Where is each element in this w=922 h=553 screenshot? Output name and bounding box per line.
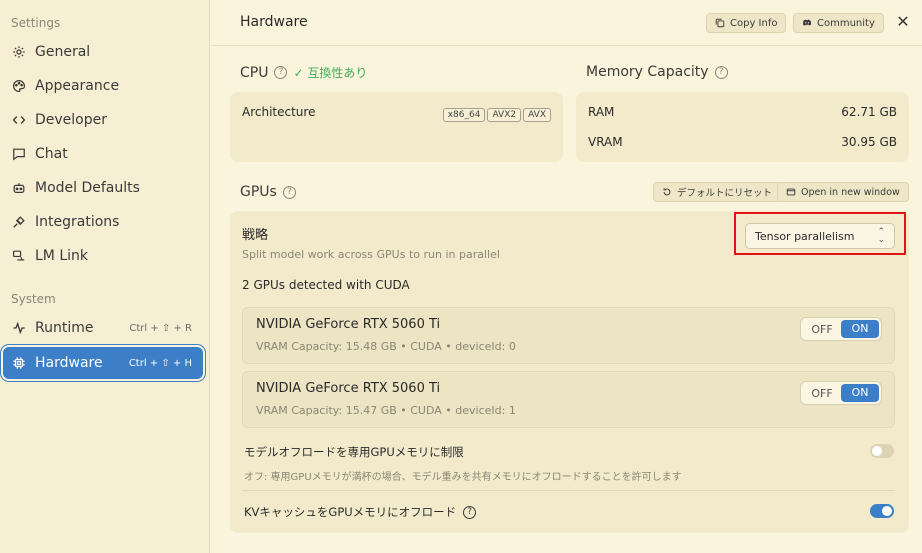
- community-button[interactable]: Community: [793, 13, 884, 33]
- sidebar-item-lm-link[interactable]: LM Link: [3, 240, 203, 272]
- sidebar: Settings General Appearance Developer Ch…: [0, 0, 210, 553]
- cpu-tag: x86_64: [442, 108, 486, 122]
- sidebar-item-label: LM Link: [35, 248, 88, 264]
- palette-icon: [12, 79, 26, 93]
- sidebar-item-hardware[interactable]: Hardware Ctrl + ⇧ + H: [3, 347, 203, 379]
- sidebar-item-general[interactable]: General: [3, 36, 203, 68]
- copy-info-label: Copy Info: [730, 17, 778, 29]
- ram-label: RAM: [588, 105, 615, 119]
- gpus-card: 戦略 Split model work across GPUs to run i…: [230, 211, 909, 533]
- sidebar-item-model-defaults[interactable]: Model Defaults: [3, 172, 203, 204]
- offload-limit-desc: オフ: 専用GPUメモリが満杯の場合、モデル重みを共有メモリにオフロードすること…: [244, 472, 682, 483]
- offload-limit-label: モデルオフロードを専用GPUメモリに制限: [244, 445, 464, 459]
- kv-offload-row: KVキャッシュをGPUメモリにオフロード ?: [244, 504, 477, 520]
- page-title: Hardware: [240, 14, 308, 30]
- toggle-knob: [872, 446, 882, 456]
- vram-label: VRAM: [588, 135, 623, 149]
- architecture-label: Architecture: [242, 105, 316, 119]
- cpu-label: CPU: [240, 64, 269, 81]
- sidebar-item-label: Hardware: [35, 355, 103, 371]
- gpu-enable-toggle[interactable]: OFF ON: [800, 381, 882, 405]
- sidebar-item-runtime[interactable]: Runtime Ctrl + ⇧ + R: [3, 312, 203, 344]
- gpu-name: NVIDIA GeForce RTX 5060 Ti: [256, 317, 441, 332]
- cpu-section-label: CPU ? ✓ 互換性あり: [240, 64, 367, 81]
- toggle-on-option[interactable]: ON: [841, 320, 879, 338]
- shortcut-hint: Ctrl + ⇧ + R: [129, 322, 192, 334]
- cpu-tag: AVX2: [487, 108, 522, 122]
- gpu-detected-text: 2 GPUs detected with CUDA: [242, 278, 410, 292]
- open-window-label: Open in new window: [801, 186, 900, 198]
- highlight-box: [734, 212, 906, 255]
- gpu-device-card: NVIDIA GeForce RTX 5060 Ti VRAM Capacity…: [242, 307, 895, 364]
- code-icon: [12, 113, 26, 127]
- gpus-section-label: GPUs ?: [240, 184, 296, 200]
- sidebar-heading-system: System: [11, 292, 56, 306]
- sidebar-item-label: Model Defaults: [35, 180, 140, 196]
- sidebar-item-developer[interactable]: Developer: [3, 104, 203, 136]
- compat-badge: ✓ 互換性あり: [293, 66, 368, 80]
- sidebar-item-label: Runtime: [35, 320, 94, 336]
- toggle-off-option[interactable]: OFF: [803, 323, 841, 336]
- sidebar-item-label: Chat: [35, 146, 68, 162]
- help-icon[interactable]: ?: [274, 66, 288, 79]
- shortcut-hint: Ctrl + ⇧ + H: [128, 357, 192, 369]
- cpu-tag: AVX: [523, 108, 551, 122]
- sidebar-item-label: Appearance: [35, 78, 120, 94]
- copy-icon: [715, 18, 725, 28]
- strategy-label: 戦略: [242, 228, 269, 243]
- help-icon[interactable]: ?: [282, 185, 296, 199]
- sidebar-item-label: Developer: [35, 112, 108, 128]
- memory-card: RAM 62.71 GB VRAM 30.95 GB: [576, 92, 909, 162]
- close-icon[interactable]: ✕: [895, 13, 911, 31]
- kv-offload-toggle[interactable]: [870, 504, 894, 518]
- link-icon: [12, 249, 26, 263]
- chip-icon: [12, 356, 26, 370]
- title-bar: Hardware Copy Info Community ✕: [211, 0, 922, 46]
- chat-icon: [12, 147, 26, 161]
- strategy-desc: Split model work across GPUs to run in p…: [242, 248, 500, 261]
- community-label: Community: [817, 17, 875, 29]
- memory-label: Memory Capacity: [586, 64, 709, 80]
- main-panel: Hardware Copy Info Community ✕ CPU ? ✓ 互…: [211, 0, 922, 553]
- sidebar-item-label: Integrations: [35, 214, 120, 230]
- gpu-detail: VRAM Capacity: 15.48 GB • CUDA • deviceI…: [256, 340, 516, 353]
- toggle-off-option[interactable]: OFF: [803, 387, 841, 400]
- gpu-name: NVIDIA GeForce RTX 5060 Ti: [256, 381, 441, 396]
- gpu-enable-toggle[interactable]: OFF ON: [800, 317, 882, 341]
- help-icon[interactable]: ?: [714, 65, 728, 79]
- divider: [242, 490, 895, 491]
- reset-label: デフォルトにリセット: [677, 188, 773, 199]
- robot-icon: [12, 181, 26, 195]
- reset-icon: [663, 188, 671, 196]
- copy-info-button[interactable]: Copy Info: [706, 13, 787, 33]
- sidebar-heading-settings: Settings: [11, 16, 61, 30]
- sidebar-item-appearance[interactable]: Appearance: [3, 70, 203, 102]
- sidebar-item-integrations[interactable]: Integrations: [3, 206, 203, 238]
- sidebar-item-label: General: [35, 44, 91, 60]
- reset-defaults-button[interactable]: デフォルトにリセット: [653, 182, 782, 202]
- cpu-tags: x86_64 AVX2 AVX: [441, 102, 551, 122]
- sidebar-item-chat[interactable]: Chat: [3, 138, 203, 170]
- help-icon[interactable]: ?: [463, 505, 477, 519]
- kv-offload-label: KVキャッシュをGPUメモリにオフロード: [244, 505, 457, 519]
- toggle-on-option[interactable]: ON: [841, 384, 879, 402]
- memory-section-label: Memory Capacity ?: [586, 64, 728, 80]
- ram-value: 62.71 GB: [841, 105, 897, 119]
- cpu-card: Architecture x86_64 AVX2 AVX: [230, 92, 563, 162]
- toggle-knob: [882, 506, 892, 516]
- open-new-window-button[interactable]: Open in new window: [777, 182, 909, 202]
- vram-value: 30.95 GB: [841, 135, 897, 149]
- gpu-detail: VRAM Capacity: 15.47 GB • CUDA • deviceI…: [256, 404, 516, 417]
- gpu-device-card: NVIDIA GeForce RTX 5060 Ti VRAM Capacity…: [242, 371, 895, 428]
- gpus-label: GPUs: [240, 184, 277, 200]
- gear-icon: [12, 45, 26, 59]
- discord-icon: [803, 19, 812, 26]
- plug-icon: [12, 215, 26, 229]
- offload-limit-toggle[interactable]: [870, 444, 894, 458]
- window-icon: [786, 188, 796, 196]
- activity-icon: [12, 321, 26, 335]
